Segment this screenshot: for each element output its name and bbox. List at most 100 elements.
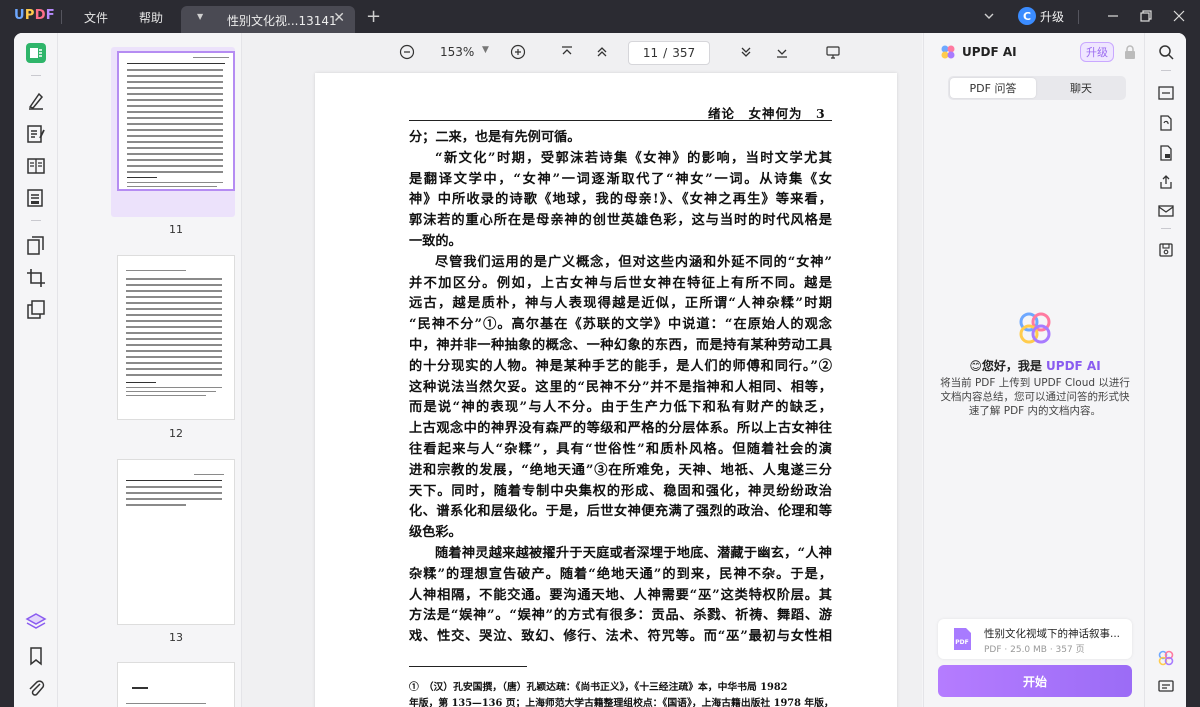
page-thumbnail-13[interactable] [117, 459, 235, 625]
bookmark-icon[interactable] [25, 645, 47, 667]
zoom-dropdown-icon[interactable]: ▼ [482, 45, 489, 55]
text-line: “新文化”时期，受郭沫若诗集《女神》的影响，当时文学尤其 [435, 150, 832, 166]
pdf-badge-label: PDF [955, 639, 968, 646]
window-separator [1078, 10, 1079, 24]
chevron-down-icon[interactable] [982, 8, 996, 22]
last-page-icon[interactable] [774, 44, 790, 60]
page-thumbnail-label: 13 [169, 631, 183, 644]
rail-separator [1161, 228, 1171, 229]
page-separator: / [663, 46, 668, 60]
attachment-icon[interactable] [25, 677, 47, 699]
chat-comment-icon[interactable] [1158, 679, 1174, 695]
viewer-toolbar: 153% ▼ 11 / 357 [242, 33, 922, 71]
pdf-page[interactable]: 绪论 女神何为 3 分；二来，也是有先例可循。 “新文化”时期，受郭沫若诗集《女神… [315, 73, 897, 707]
text-line: 戏、性交、哭泣、致幻、修行、法术、符咒等。而“巫”最初与女性相 [409, 629, 832, 645]
text-line: 而是说“神的表现”与人不分。由于生产力低下和私有财产的缺乏， [409, 400, 832, 416]
form-icon[interactable] [25, 187, 47, 209]
layers-icon[interactable] [25, 611, 47, 633]
zoom-in-icon[interactable] [510, 44, 526, 60]
account-avatar: C [1018, 7, 1036, 25]
text-line: 杂糅”的理想宣告破产。随着“绝地天通”的到来，民神不杂。于是， [409, 566, 832, 582]
text-line: 远古，越是质朴，神与人表现得越是近似，正所谓“人神杂糅”时期 [409, 296, 832, 312]
page-thumbnail-12[interactable] [117, 255, 235, 420]
protect-icon[interactable] [1158, 145, 1174, 161]
updf-ai-icon[interactable] [1158, 650, 1174, 666]
left-tool-rail [14, 33, 58, 707]
ai-upgrade-button[interactable]: 升级 [1080, 42, 1114, 62]
page-thumbnail-11[interactable] [117, 51, 235, 191]
text-line: 的十分现实的人物。神是某种手艺的能手，是人们的师傅和同行。”② [409, 358, 832, 374]
search-icon[interactable] [1158, 44, 1174, 60]
menu-help[interactable]: 帮助 [139, 9, 163, 26]
close-window-icon[interactable] [1169, 6, 1189, 26]
updf-ai-logo-icon [940, 44, 956, 60]
text-line: “民神不分”①。高尔基在《苏联的文学》中说道：“在原始人的观念 [409, 317, 832, 333]
page-thumbnail-14[interactable] [117, 662, 235, 707]
updf-logo[interactable]: UPDF [14, 8, 55, 23]
text-line: 上古观念中的神界没有森严的等级和严格的分层体系。所以上古女神往 [409, 421, 832, 437]
total-pages: 357 [672, 46, 696, 60]
tab-pdf-qa[interactable]: PDF 问答 [950, 78, 1036, 98]
page-thumbnail-label: 12 [169, 427, 183, 440]
restore-icon[interactable] [1136, 6, 1156, 26]
ai-description: 将当前 PDF 上传到 UPDF Cloud 以进行文档内容总结，您可以通过问答… [940, 377, 1130, 417]
text-line: 进和宗教的发展，“绝地天通”③在所难免，天神、地祇、人鬼遂三分 [409, 462, 832, 478]
page-number-input[interactable]: 11 / 357 [628, 41, 710, 65]
first-page-icon[interactable] [559, 44, 575, 60]
rail-separator [31, 220, 41, 221]
app-window: 11 12 13 153% ▼ 11 / 357 绪论 女神何为 3 分；二来，… [14, 33, 1186, 707]
zoom-level[interactable]: 153% [440, 45, 474, 59]
crop-icon[interactable] [25, 267, 47, 289]
ocr-icon[interactable] [1158, 85, 1174, 101]
zoom-out-icon[interactable] [399, 44, 415, 60]
lock-icon[interactable] [1123, 44, 1137, 60]
page-body-text: 分；二来，也是有先例可循。 “新文化”时期，受郭沫若诗集《女神》的影响，当时文学尤… [409, 128, 832, 648]
tab-title: 性别文化视...13141 [227, 14, 337, 28]
page-organize-icon[interactable] [25, 155, 47, 177]
share-icon[interactable] [1158, 174, 1174, 190]
edit-pdf-icon[interactable] [25, 123, 47, 145]
menu-file[interactable]: 文件 [84, 9, 108, 26]
tab-chat[interactable]: 聊天 [1038, 78, 1124, 98]
pdf-file-icon: PDF [952, 627, 972, 651]
save-icon[interactable] [1158, 242, 1174, 258]
ai-assistant-panel: UPDF AI 升级 PDF 问答 聊天 😊您好，我是 UPDF AI 将当前 … [923, 33, 1143, 707]
file-name: 性别文化视域下的神话叙事... [984, 628, 1121, 640]
footnote-line: ① （汉）孔安国撰，（唐）孔颖达疏：《尚书正义》，《十三经注疏》本，中华书局 1… [409, 682, 788, 693]
upgrade-button[interactable]: C 升级 [1016, 5, 1072, 27]
organize-pages-icon[interactable] [25, 235, 47, 257]
title-bar: UPDF 文件 帮助 ▼ 性别文化视...13141 ✕ + C 升级 [0, 0, 1200, 33]
text-line: 分；二来，也是有先例可循。 [409, 130, 581, 145]
tab-close-icon[interactable]: ✕ [333, 10, 345, 26]
start-button[interactable]: 开始 [938, 665, 1132, 697]
minimize-icon[interactable] [1103, 6, 1123, 26]
presentation-icon[interactable] [825, 44, 841, 60]
new-tab-button[interactable]: + [366, 6, 381, 27]
page-thumbnail-label: 11 [169, 223, 183, 236]
text-line: 一致的。 [409, 233, 462, 249]
tab-dropdown-icon[interactable]: ▼ [197, 12, 203, 21]
text-line: 并不加区分。例如，上古女神与后世女神在特征上有所不同。越是 [409, 275, 832, 291]
ai-tabs: PDF 问答 聊天 [948, 76, 1126, 100]
current-file-card[interactable]: PDF 性别文化视域下的神话叙事... PDF · 25.0 MB · 357 … [938, 619, 1132, 659]
text-line: 是翻译文学中，“女神”一词逐渐取代了“神女”一词。从诗集《女 [409, 171, 832, 187]
text-line: 级色彩。 [409, 525, 462, 541]
upgrade-label: 升级 [1040, 9, 1065, 24]
text-line: 随着神灵越来越被擢升于天庭或者深埋于地底、潜藏于幽玄，“人神 [435, 545, 832, 561]
text-line: 化、谱系化和层级化。于是，后世女神便充满了强烈的政治、伦理和等 [409, 504, 832, 520]
reader-mode-icon[interactable] [25, 42, 47, 64]
file-meta: PDF · 25.0 MB · 357 页 [984, 645, 1085, 655]
header-rule [409, 120, 832, 121]
email-icon[interactable] [1158, 203, 1174, 219]
current-page[interactable]: 11 [643, 46, 658, 60]
document-tab[interactable]: ▼ 性别文化视...13141 ✕ [181, 6, 355, 33]
thumbnail-panel: 11 12 13 [58, 33, 242, 707]
tools-icon[interactable] [25, 299, 47, 321]
next-page-icon[interactable] [738, 44, 754, 60]
footnote-rule [409, 666, 527, 667]
text-line: 中，神并非一种抽象的概念、一种幻象的东西，而是持有某种劳动工具 [409, 337, 832, 353]
ai-panel-title: UPDF AI [962, 45, 1017, 59]
comment-icon[interactable] [25, 90, 47, 112]
previous-page-icon[interactable] [594, 44, 610, 60]
convert-icon[interactable] [1158, 115, 1174, 131]
